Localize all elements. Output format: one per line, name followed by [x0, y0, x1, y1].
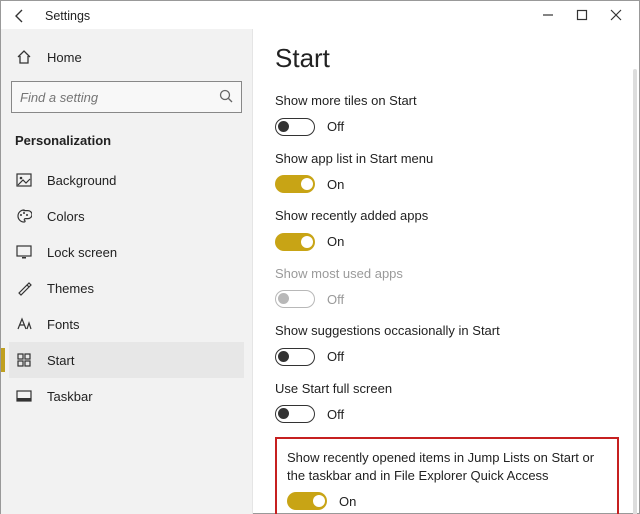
sidebar-item-label: Background — [47, 173, 116, 188]
toggle-state: On — [327, 234, 344, 249]
toggle-recently-added[interactable] — [275, 233, 315, 251]
setting-suggestions: Show suggestions occasionally in Start O… — [275, 322, 619, 366]
taskbar-icon — [15, 390, 33, 402]
toggle-suggestions[interactable] — [275, 348, 315, 366]
picture-icon — [15, 173, 33, 187]
setting-label: Show more tiles on Start — [275, 92, 615, 110]
setting-label: Show app list in Start menu — [275, 150, 615, 168]
maximize-button[interactable] — [565, 1, 599, 29]
sidebar-item-lockscreen[interactable]: Lock screen — [9, 234, 244, 270]
search-icon — [218, 88, 234, 104]
sidebar-item-label: Colors — [47, 209, 85, 224]
toggle-jumplists[interactable] — [287, 492, 327, 510]
setting-jumplists: Show recently opened items in Jump Lists… — [287, 449, 607, 510]
highlight-box: Show recently opened items in Jump Lists… — [275, 437, 619, 514]
sidebar-item-start[interactable]: Start — [9, 342, 244, 378]
toggle-state: Off — [327, 292, 344, 307]
setting-label: Show recently opened items in Jump Lists… — [287, 449, 607, 484]
window-title: Settings — [45, 9, 90, 23]
sidebar-item-label: Fonts — [47, 317, 80, 332]
page-title: Start — [275, 43, 619, 74]
setting-label: Show recently added apps — [275, 207, 615, 225]
palette-icon — [15, 208, 33, 224]
sidebar-item-label: Themes — [47, 281, 94, 296]
toggle-state: Off — [327, 349, 344, 364]
sidebar-item-colors[interactable]: Colors — [9, 198, 244, 234]
body: Home Personalization Background Colors L… — [1, 29, 639, 514]
sidebar-item-label: Lock screen — [47, 245, 117, 260]
settings-window: Settings Home Personali — [0, 0, 640, 514]
toggle-more-tiles[interactable] — [275, 118, 315, 136]
setting-most-used: Show most used apps Off — [275, 265, 619, 309]
setting-label: Use Start full screen — [275, 380, 615, 398]
toggle-fullscreen[interactable] — [275, 405, 315, 423]
sidebar-item-label: Taskbar — [47, 389, 93, 404]
scrollbar[interactable] — [633, 69, 637, 514]
toggle-state: Off — [327, 407, 344, 422]
group-title: Personalization — [9, 127, 244, 162]
toggle-app-list[interactable] — [275, 175, 315, 193]
setting-more-tiles: Show more tiles on Start Off — [275, 92, 619, 136]
home-label: Home — [47, 50, 82, 65]
toggle-state: On — [327, 177, 344, 192]
setting-recently-added: Show recently added apps On — [275, 207, 619, 251]
content-pane: Start Show more tiles on Start Off Show … — [253, 29, 639, 514]
sidebar-item-themes[interactable]: Themes — [9, 270, 244, 306]
toggle-most-used — [275, 290, 315, 308]
setting-app-list: Show app list in Start menu On — [275, 150, 619, 194]
back-button[interactable] — [9, 5, 31, 27]
search-input[interactable] — [11, 81, 242, 113]
close-button[interactable] — [599, 1, 633, 29]
lockscreen-icon — [15, 245, 33, 259]
toggle-state: On — [339, 494, 356, 509]
home-icon — [15, 49, 33, 65]
sidebar-item-fonts[interactable]: Fonts — [9, 306, 244, 342]
setting-fullscreen: Use Start full screen Off — [275, 380, 619, 424]
toggle-state: Off — [327, 119, 344, 134]
themes-icon — [15, 280, 33, 296]
search-wrap — [11, 81, 242, 113]
sidebar-item-taskbar[interactable]: Taskbar — [9, 378, 244, 414]
setting-label: Show suggestions occasionally in Start — [275, 322, 615, 340]
start-icon — [15, 353, 33, 367]
minimize-button[interactable] — [531, 1, 565, 29]
sidebar: Home Personalization Background Colors L… — [1, 29, 253, 514]
fonts-icon — [15, 317, 33, 331]
sidebar-item-background[interactable]: Background — [9, 162, 244, 198]
titlebar: Settings — [1, 1, 639, 29]
home-nav[interactable]: Home — [9, 43, 244, 77]
setting-label: Show most used apps — [275, 265, 615, 283]
sidebar-item-label: Start — [47, 353, 74, 368]
